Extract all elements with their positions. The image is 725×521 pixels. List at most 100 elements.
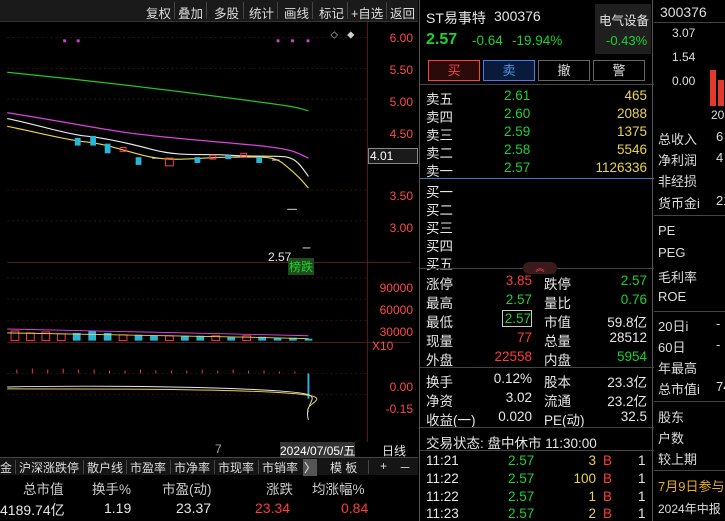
toolbar-mark[interactable]: 标记 (319, 3, 344, 22)
finance-label: 毛利率 (658, 270, 698, 285)
toolbar-back[interactable]: 返回 (390, 3, 415, 22)
tick-price: 2.57 (508, 489, 535, 504)
stat-label: 涨停 (426, 277, 453, 292)
tab-pb[interactable]: 市净率 (174, 459, 210, 476)
ask-label: 卖一 (426, 164, 453, 179)
revenue-bar (710, 70, 716, 106)
stat-label: 最高 (426, 296, 453, 311)
chart-toolbar: 复权 叠加 多股 统计 画线 标记 +自选 返回 (0, 0, 418, 22)
ask-volume: 465 (624, 88, 647, 103)
indicator-tabs: 金 沪深涨跌停 散户线 市盈率 市净率 市现率 市销率 〉 模 板 + － (0, 457, 418, 476)
cancel-order-button[interactable]: 撤 (538, 60, 590, 81)
trade-status: 交易状态: 盘中休市 11:30:00 (426, 436, 597, 451)
stat-value: 2.57 (505, 292, 532, 307)
finance-label: 货币金i (658, 196, 700, 211)
tick-price: 2.57 (508, 453, 535, 468)
finance-tick: 1.54 (672, 50, 696, 64)
finance-label: 年最高 (658, 361, 698, 376)
stat-value: 59.8亿 (607, 315, 647, 330)
tick-price: 2.57 (508, 506, 535, 521)
finance-label: 股东 (658, 410, 685, 425)
finance-label: ROE (658, 289, 687, 304)
finance-value: 21 (716, 193, 725, 208)
toolbar-add-watchlist[interactable]: +自选 (351, 3, 383, 22)
ask-price: 2.57 (504, 160, 531, 175)
ask-label: 卖二 (426, 146, 453, 161)
stat-change: 23.34 (255, 500, 291, 516)
stat-header-change: 涨跌 (266, 482, 293, 497)
tab-limit-stats[interactable]: 沪深涨跌停 (19, 459, 79, 476)
buy-button[interactable]: 买 (428, 60, 480, 81)
tick-count: 1 (638, 489, 646, 504)
stat-value: 5954 (616, 349, 647, 364)
tick-time: 11:22 (426, 489, 459, 504)
stat-value: 77 (516, 330, 532, 345)
stat-value: 0.12% (493, 371, 532, 386)
tick-side: B (603, 489, 613, 504)
finance-year: 20 (711, 108, 725, 122)
bid-label: 买四 (426, 239, 453, 254)
zoom-out-button[interactable]: － (399, 459, 411, 476)
tick-count: 1 (638, 453, 646, 468)
price-tick-6: 6.00 (389, 31, 413, 45)
stat-mktcap: 4189.74亿 (0, 502, 65, 518)
volume-tick-60000: 60000 (379, 303, 413, 317)
stat-label: 收益(一) (426, 413, 476, 428)
stat-label: 内盘 (544, 353, 571, 368)
tick-side: B (603, 471, 613, 486)
zoom-in-button[interactable]: + (380, 459, 387, 473)
bid-label: 买五 (426, 257, 453, 272)
ask-volume: 1126336 (595, 160, 647, 175)
toolbar-draw-line[interactable]: 画线 (284, 3, 309, 22)
stat-label: 流通 (544, 394, 571, 409)
ask-price: 2.58 (504, 142, 531, 157)
finance-label: 净利润 (658, 153, 698, 168)
bid-label: 买一 (426, 185, 453, 200)
quote-panel: ST易事特 300376 电气设备 -0.43% 2.57 -0.64 -19.… (419, 0, 654, 521)
sell-button[interactable]: 卖 (483, 60, 535, 81)
stat-label: 市值 (544, 315, 571, 330)
ask-label: 卖五 (426, 92, 453, 107)
price-tick-3: 3.00 (389, 221, 413, 235)
revenue-bar (718, 80, 724, 106)
price-change-pct: -19.94% (512, 33, 563, 48)
toolbar-statistics[interactable]: 统计 (249, 3, 274, 22)
stat-label: 股本 (544, 375, 571, 390)
toolbar-overlay[interactable]: 叠加 (178, 3, 203, 22)
toolbar-restore-rights[interactable]: 复权 (146, 3, 171, 22)
finance-label: 60日 (658, 340, 686, 355)
ask-price: 2.61 (504, 88, 531, 103)
stock-name: ST易事特 (426, 10, 486, 26)
stat-label: 最低 (426, 315, 453, 330)
svg-text:◇: ◇ (331, 29, 339, 40)
stat-header-turnover: 换手% (92, 482, 132, 497)
tab-ps[interactable]: 市销率 (262, 459, 298, 476)
volume-tick-90000: 90000 (379, 281, 413, 295)
ask-price: 2.60 (504, 106, 531, 121)
finance-value: - (716, 316, 721, 331)
tabs-scroll-icon[interactable]: 〉 (303, 459, 317, 476)
finance-label: 户数 (658, 431, 685, 446)
sector-name[interactable]: 电气设备 (599, 10, 649, 29)
stat-label: 换手 (426, 375, 453, 390)
kline-chart[interactable]: ◇ ◆ (0, 22, 418, 442)
finance-label: PEG (658, 245, 686, 260)
toolbar-multi-stock[interactable]: 多股 (214, 3, 239, 22)
tab-retail-line[interactable]: 散户线 (87, 459, 123, 476)
finance-label: 总市值i (658, 382, 700, 397)
tab-pe[interactable]: 市盈率 (130, 459, 166, 476)
stat-value: 3.02 (505, 390, 532, 405)
tab-pcf[interactable]: 市现率 (218, 459, 254, 476)
stat-label: 净资 (426, 394, 453, 409)
template-button[interactable]: 模 板 (330, 459, 357, 476)
news-item[interactable]: 2024年中报 (658, 500, 721, 517)
stat-label: 外盘 (426, 353, 453, 368)
tick-volume: 100 (573, 471, 596, 486)
stat-header-pe: 市盈(动) (162, 482, 212, 497)
date-axis-label: 7 (215, 442, 222, 456)
news-item[interactable]: 7月9日参与 (658, 476, 724, 495)
finance-label: 20日i (658, 319, 689, 334)
alert-button[interactable]: 警 (593, 60, 645, 81)
current-price-tag: 4.01 (368, 148, 418, 164)
tab-gold[interactable]: 金 (0, 459, 12, 476)
